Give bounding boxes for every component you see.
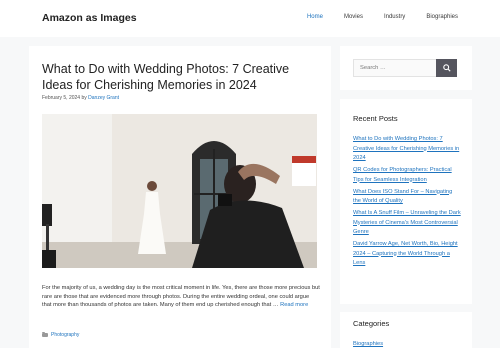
search-button[interactable] <box>436 59 457 77</box>
recent-post-link[interactable]: What to Do with Wedding Photos: 7 Creati… <box>353 136 459 161</box>
recent-post-item[interactable]: David Yarrow Age, Net Worth, Bio, Height… <box>353 240 461 269</box>
recent-post-link[interactable]: What Is A Snuff Film – Unraveling the Da… <box>353 210 461 235</box>
search-widget: Search … <box>340 46 472 90</box>
read-more-link[interactable]: Read more <box>280 302 308 308</box>
categories-widget: Categories Biographies <box>340 312 472 348</box>
recent-post-item[interactable]: What to Do with Wedding Photos: 7 Creati… <box>353 135 461 164</box>
nav-item-home[interactable]: Home <box>307 14 323 20</box>
post-date: February 5, 2024 <box>42 95 81 101</box>
nav-item-biographies[interactable]: Biographies <box>426 14 458 20</box>
post-title[interactable]: What to Do with Wedding Photos: 7 Creati… <box>42 61 312 93</box>
folder-icon <box>42 331 48 338</box>
search-input[interactable]: Search … <box>353 59 437 77</box>
site-header: Amazon as Images Home Movies Industry Bi… <box>0 0 500 37</box>
categories-title: Categories <box>353 319 390 328</box>
recent-posts-widget: Recent Posts What to Do with Wedding Pho… <box>340 99 472 304</box>
nav-item-industry[interactable]: Industry <box>384 14 405 20</box>
post-meta: February 5, 2024 by Danzey Grant <box>42 95 119 101</box>
post-by-label: by <box>81 95 87 101</box>
photo-illustration <box>42 114 317 268</box>
recent-post-item[interactable]: What Does ISO Stand For – Navigating the… <box>353 188 461 207</box>
category-link[interactable]: Photography <box>51 332 79 338</box>
post-category: Photography <box>42 331 79 338</box>
main-nav: Home Movies Industry Biographies <box>286 14 458 20</box>
post-author-link[interactable]: Danzey Grant <box>88 95 119 101</box>
recent-post-item[interactable]: QR Codes for Photographers: Practical Ti… <box>353 166 461 185</box>
post-excerpt: For the majority of us, a wedding day is… <box>42 284 320 310</box>
nav-item-movies[interactable]: Movies <box>344 14 363 20</box>
recent-post-link[interactable]: What Does ISO Stand For – Navigating the… <box>353 189 452 205</box>
recent-post-link[interactable]: David Yarrow Age, Net Worth, Bio, Height… <box>353 241 458 266</box>
recent-posts-title: Recent Posts <box>353 114 398 123</box>
recent-post-item[interactable]: What Is A Snuff Film – Unraveling the Da… <box>353 209 461 238</box>
category-item-biographies[interactable]: Biographies <box>353 341 383 347</box>
wedding-photoshoot-image[interactable] <box>42 114 317 268</box>
post-excerpt-text: For the majority of us, a wedding day is… <box>42 285 320 308</box>
recent-post-link[interactable]: QR Codes for Photographers: Practical Ti… <box>353 167 452 183</box>
search-icon <box>442 64 451 72</box>
site-title[interactable]: Amazon as Images <box>42 12 137 24</box>
article-card: What to Do with Wedding Photos: 7 Creati… <box>29 46 331 348</box>
recent-posts-list: What to Do with Wedding Photos: 7 Creati… <box>353 135 461 271</box>
